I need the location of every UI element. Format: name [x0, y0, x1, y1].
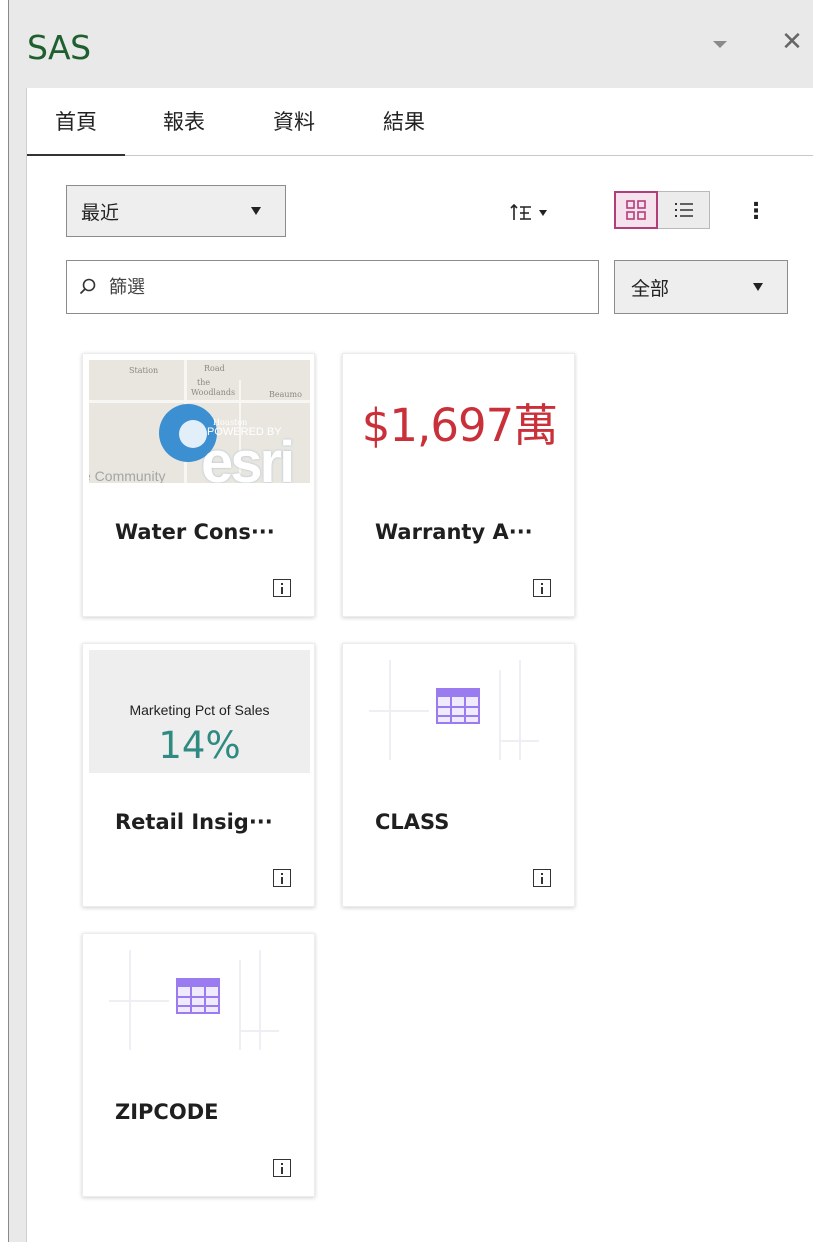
map-thumbnail: Station Road the Woodlands Beaumo Housto… [89, 360, 310, 483]
tab-bar: 首頁 報表 資料 結果 [27, 88, 813, 156]
map-label: Road [204, 364, 225, 373]
table-thumbnail [89, 940, 310, 1063]
pane-title: SAS [27, 28, 91, 67]
chevron-down-icon [713, 40, 727, 48]
kpi-thumbnail: Marketing Pct of Sales 14% [89, 650, 310, 773]
pane-options-dropdown[interactable] [709, 34, 731, 54]
data-card[interactable]: ZIPCODE [82, 933, 315, 1197]
type-filter-dropdown[interactable]: 全部 [614, 260, 788, 314]
map-attribution: e Community [89, 468, 166, 483]
search-icon [79, 278, 96, 295]
kpi-value: 14% [158, 724, 241, 767]
tab-results[interactable]: 結果 [383, 106, 425, 136]
card-title: ZIPCODE [115, 1100, 219, 1124]
card-title: Water Cons··· [115, 520, 275, 544]
table-thumbnail [349, 650, 570, 773]
list-view-button[interactable] [658, 191, 710, 229]
sas-pane: SAS ✕ 首頁 報表 資料 結果 最近 ⋮ 篩選 全部 Station Roa… [8, 0, 813, 1242]
filter-search-box[interactable] [66, 260, 599, 314]
tab-reports[interactable]: 報表 [163, 106, 205, 136]
close-icon[interactable]: ✕ [779, 27, 805, 57]
tab-data[interactable]: 資料 [273, 106, 315, 136]
more-options-icon[interactable]: ⋮ [745, 196, 767, 226]
filter-input[interactable] [109, 276, 529, 298]
sort-button[interactable] [509, 198, 569, 228]
info-icon[interactable] [273, 1159, 291, 1177]
dropdown-arrow-icon [251, 207, 261, 215]
tab-home[interactable]: 首頁 [27, 106, 125, 156]
report-card[interactable]: Marketing Pct of Sales 14% Retail Insig·… [82, 643, 315, 907]
ghost-grid-line [239, 960, 241, 1050]
esri-logo: esri [201, 430, 295, 484]
info-icon[interactable] [533, 579, 551, 597]
map-label: the [197, 378, 211, 387]
data-card[interactable]: CLASS [342, 643, 575, 907]
recent-dropdown-value: 最近 [81, 201, 120, 224]
ghost-grid-line [519, 660, 521, 760]
table-icon [436, 688, 480, 724]
report-card[interactable]: $1,697萬 Warranty A··· [342, 353, 575, 617]
ghost-grid-line [499, 740, 539, 742]
ghost-grid-line [369, 710, 429, 712]
card-title: Retail Insig··· [115, 810, 273, 834]
map-label: Beaumo [269, 390, 302, 399]
info-icon[interactable] [273, 579, 291, 597]
map-road [89, 400, 310, 403]
grid-view-button[interactable] [614, 191, 658, 229]
card-title: Warranty A··· [375, 520, 533, 544]
grid-view-icon [626, 200, 646, 220]
type-filter-value: 全部 [631, 277, 670, 300]
ghost-grid-line [499, 670, 501, 760]
map-label: Station [129, 366, 159, 375]
map-label: Woodlands [191, 388, 236, 397]
kpi-thumbnail: $1,697萬 [349, 360, 570, 483]
sort-icon [510, 203, 531, 220]
kpi-label: Marketing Pct of Sales [129, 702, 270, 718]
info-icon[interactable] [273, 869, 291, 887]
dropdown-arrow-icon [753, 283, 763, 291]
info-icon[interactable] [533, 869, 551, 887]
list-view-icon [674, 203, 693, 217]
kpi-value: $1,697萬 [361, 399, 558, 452]
table-icon [176, 978, 220, 1014]
ghost-grid-line [259, 950, 261, 1050]
recent-dropdown[interactable]: 最近 [66, 185, 286, 237]
pane-content: 首頁 報表 資料 結果 最近 ⋮ 篩選 全部 Station Road the … [26, 88, 813, 1242]
ghost-grid-line [239, 1030, 279, 1032]
report-card[interactable]: Station Road the Woodlands Beaumo Housto… [82, 353, 315, 617]
card-title: CLASS [375, 810, 450, 834]
sort-dropdown-arrow-icon [539, 210, 547, 216]
ghost-grid-line [109, 1000, 169, 1002]
